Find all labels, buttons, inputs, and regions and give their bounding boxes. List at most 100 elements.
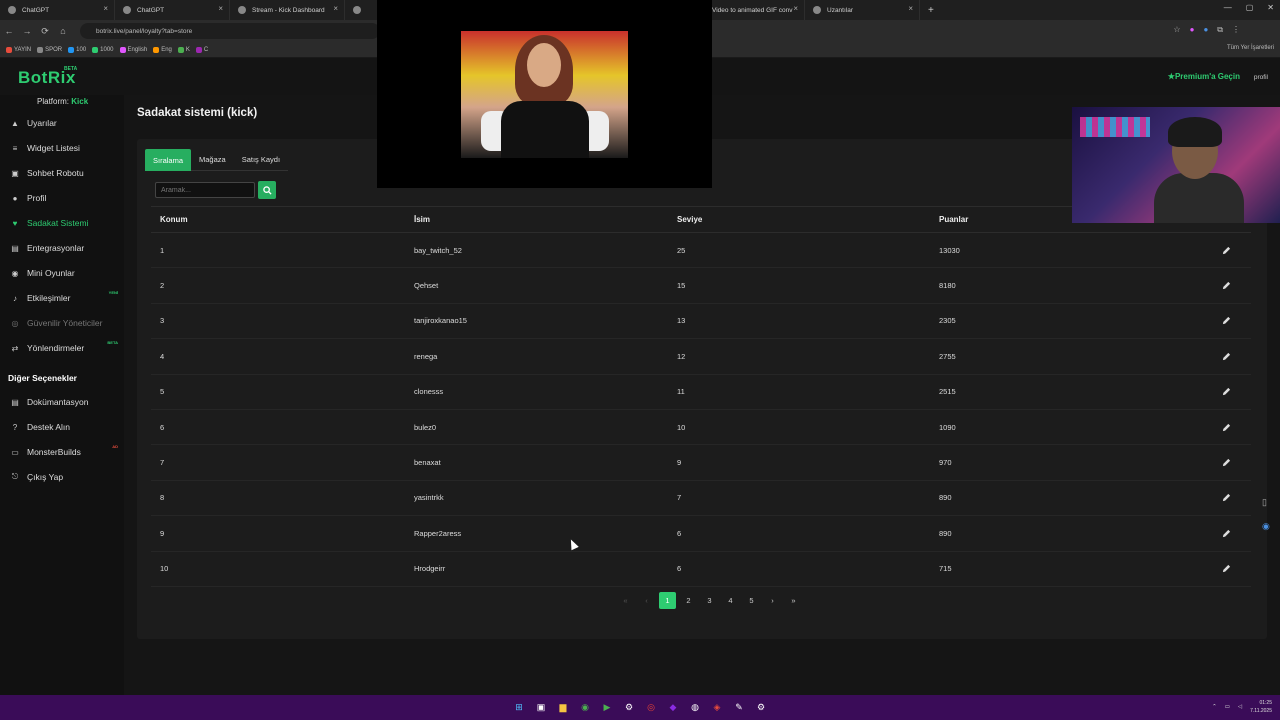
- edit-button[interactable]: [1201, 352, 1251, 361]
- leaderboard-table: Konum İsim Seviye Puanlar 1 bay_twitch_52…: [151, 206, 1251, 587]
- col-position[interactable]: Konum: [151, 215, 414, 224]
- sidebar-item[interactable]: ▲ Uyarılar: [10, 115, 124, 131]
- browser-tab[interactable]: ChatGPT ×: [115, 0, 230, 20]
- bookmark-label: YAYIN: [14, 46, 32, 53]
- edit-button[interactable]: [1201, 564, 1251, 573]
- bookmark-item[interactable]: English: [119, 46, 147, 53]
- back-icon[interactable]: ←: [0, 26, 18, 36]
- close-icon[interactable]: ×: [103, 4, 108, 13]
- first-page-button[interactable]: «: [617, 592, 634, 609]
- close-icon[interactable]: ×: [793, 4, 798, 13]
- sidebar-item[interactable]: ? Destek Alın: [10, 419, 124, 435]
- prev-page-button[interactable]: ‹: [638, 592, 655, 609]
- browser-tab[interactable]: ChatGPT ×: [0, 0, 115, 20]
- col-level[interactable]: Seviye: [677, 215, 939, 224]
- star-icon[interactable]: ☆: [1173, 25, 1180, 35]
- sidebar-item[interactable]: ▭ MonsterBuilds AD: [10, 444, 124, 460]
- loyalty-tab[interactable]: Mağaza: [191, 149, 234, 171]
- edit-button[interactable]: [1201, 281, 1251, 290]
- folder-icon[interactable]: ▆: [556, 700, 570, 714]
- last-page-button[interactable]: »: [785, 592, 802, 609]
- position-cell: 5: [160, 387, 165, 397]
- windows-start-icon[interactable]: ⊞: [512, 700, 526, 714]
- url-field[interactable]: botrix.live/panel/loyalty?tab=store: [80, 23, 380, 39]
- page-number-button[interactable]: 1: [659, 592, 676, 609]
- sidebar-item[interactable]: ⎋ Çıkış Yap: [10, 469, 124, 485]
- bookmark-item[interactable]: Eng: [153, 46, 172, 53]
- edit-button[interactable]: [1201, 458, 1251, 467]
- sidebar-item[interactable]: ▤ Entegrasyonlar: [10, 240, 124, 256]
- bookmark-item[interactable]: 1000: [92, 46, 114, 53]
- app-icon[interactable]: ◆: [666, 700, 680, 714]
- forward-icon[interactable]: →: [18, 26, 36, 36]
- sidebar-item[interactable]: ⇄ Yönlendirmeler BETA: [10, 340, 124, 356]
- edit-button[interactable]: [1201, 387, 1251, 396]
- puzzle-icon[interactable]: ⧉: [1217, 25, 1223, 35]
- bookmark-item[interactable]: 100: [68, 46, 86, 53]
- close-window-icon[interactable]: ✕: [1267, 3, 1274, 12]
- all-bookmarks[interactable]: Tüm Yer İşaretleri: [1227, 45, 1274, 51]
- sidebar-item[interactable]: ● Profil: [10, 190, 124, 206]
- menu-icon[interactable]: ⋮: [1232, 25, 1240, 35]
- edit-button[interactable]: [1201, 493, 1251, 502]
- profile-link[interactable]: profil: [1254, 74, 1268, 81]
- edit-button[interactable]: [1201, 423, 1251, 432]
- browser-tab[interactable]: Stream - Kick Dashboard ×: [230, 0, 345, 20]
- clock[interactable]: 01:25 7.11.2025: [1250, 699, 1272, 715]
- task-view-icon[interactable]: ▣: [534, 700, 548, 714]
- premium-button[interactable]: ★Premium'a Geçin: [1168, 72, 1240, 81]
- minimize-icon[interactable]: —: [1224, 3, 1232, 12]
- sidebar-item[interactable]: ▣ Sohbet Robotu: [10, 165, 124, 181]
- notepad-icon[interactable]: ✎: [732, 700, 746, 714]
- home-icon[interactable]: ⌂: [54, 26, 72, 36]
- page-number-button[interactable]: 4: [722, 592, 739, 609]
- bookmark-item[interactable]: C: [195, 46, 208, 53]
- search-button[interactable]: [258, 181, 276, 199]
- volume-icon[interactable]: ◁: [1238, 704, 1242, 710]
- sidebar-item[interactable]: ◎ Güvenilir Yöneticiler: [10, 315, 124, 331]
- xbox-icon[interactable]: ◉: [578, 700, 592, 714]
- page-number-button[interactable]: 2: [680, 592, 697, 609]
- floating-video-player[interactable]: [377, 0, 712, 188]
- edit-button[interactable]: [1201, 246, 1251, 255]
- browser-tab[interactable]: Uzantılar ×: [805, 0, 920, 20]
- edit-button[interactable]: [1201, 529, 1251, 538]
- maximize-icon[interactable]: ▢: [1246, 3, 1254, 12]
- sidebar-item-label: Güvenilir Yöneticiler: [27, 318, 103, 328]
- extension-icon[interactable]: ●: [1203, 25, 1208, 35]
- col-name[interactable]: İsim: [414, 215, 677, 224]
- edit-button[interactable]: [1201, 316, 1251, 325]
- obs-icon[interactable]: ◍: [688, 700, 702, 714]
- extension-icon[interactable]: ●: [1190, 25, 1195, 35]
- name-cell: tanjiroxkanao15: [414, 316, 467, 326]
- bookmark-item[interactable]: SPOR: [37, 46, 62, 53]
- search-input[interactable]: [155, 182, 255, 198]
- media-play-icon[interactable]: ▶: [600, 700, 614, 714]
- app-icon[interactable]: ◈: [710, 700, 724, 714]
- sidebar-item[interactable]: ♥ Sadakat Sistemi: [10, 215, 124, 231]
- reload-icon[interactable]: ⟳: [36, 26, 54, 37]
- bookmark-item[interactable]: K: [177, 46, 190, 53]
- gear-icon[interactable]: ⚙: [754, 700, 768, 714]
- settings-icon[interactable]: ⚙: [622, 700, 636, 714]
- sidebar-item[interactable]: ▤ Dokümantasyon: [10, 394, 124, 410]
- warning-icon: ▲: [11, 118, 19, 128]
- page-number-button[interactable]: 3: [701, 592, 718, 609]
- chrome-icon[interactable]: ◎: [644, 700, 658, 714]
- page-number-button[interactable]: 5: [743, 592, 760, 609]
- chevron-up-icon[interactable]: ⌃: [1212, 704, 1217, 710]
- close-icon[interactable]: ×: [333, 4, 338, 13]
- close-icon[interactable]: ×: [218, 4, 223, 13]
- new-tab-icon[interactable]: +: [920, 5, 942, 16]
- assistant-icon[interactable]: ◉: [1262, 521, 1270, 532]
- bookmark-item[interactable]: YAYIN: [6, 46, 32, 53]
- next-page-button[interactable]: ›: [764, 592, 781, 609]
- sidebar-item[interactable]: ◉ Mini Oyunlar: [10, 265, 124, 281]
- sidebar-item[interactable]: ♪ Etkileşimler YENİ: [10, 290, 124, 306]
- loyalty-tab[interactable]: Sıralama: [145, 149, 192, 171]
- side-panel-icon[interactable]: ▯: [1262, 497, 1267, 508]
- loyalty-tab[interactable]: Satış Kaydı: [233, 149, 289, 171]
- sidebar-item[interactable]: ≡ Widget Listesi: [10, 140, 124, 156]
- close-icon[interactable]: ×: [908, 4, 913, 13]
- network-icon[interactable]: ▭: [1225, 704, 1230, 710]
